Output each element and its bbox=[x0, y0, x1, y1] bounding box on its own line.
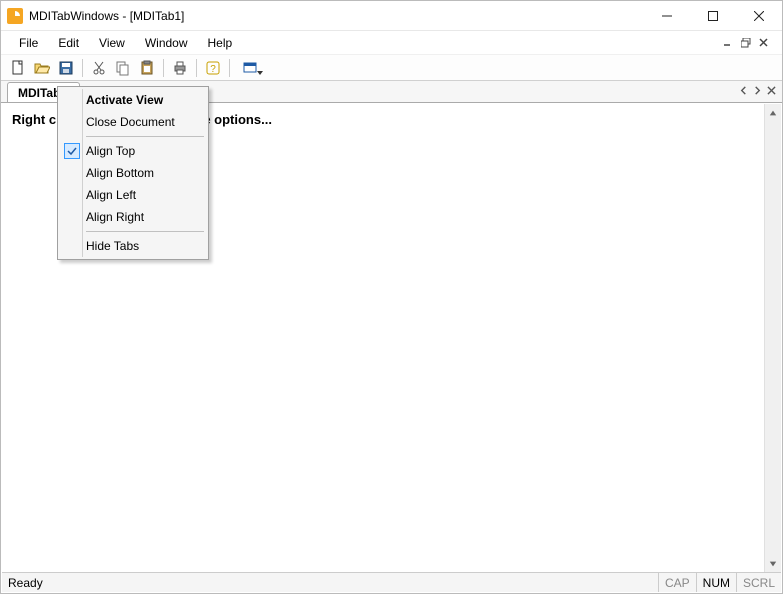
check-icon bbox=[64, 143, 80, 159]
save-icon[interactable] bbox=[55, 57, 77, 79]
menu-align-left[interactable]: Align Left bbox=[60, 184, 206, 206]
menu-edit[interactable]: Edit bbox=[48, 34, 89, 52]
status-bar: Ready CAP NUM SCRL bbox=[2, 572, 781, 592]
menu-window[interactable]: Window bbox=[135, 34, 198, 52]
hint-text-left: Right c bbox=[12, 112, 56, 127]
toolbar-separator bbox=[82, 59, 83, 77]
help-icon[interactable]: ? bbox=[202, 57, 224, 79]
tab-scroll-right-icon[interactable] bbox=[750, 83, 764, 97]
cut-icon[interactable] bbox=[88, 57, 110, 79]
title-bar: MDITabWindows - [MDITab1] bbox=[1, 1, 782, 31]
menu-item-label: Activate View bbox=[86, 93, 163, 107]
menu-align-bottom[interactable]: Align Bottom bbox=[60, 162, 206, 184]
tab-context-menu: Activate View Close Document Align Top A… bbox=[57, 86, 209, 260]
app-icon bbox=[7, 8, 23, 24]
status-num: NUM bbox=[696, 573, 736, 592]
tab-scroll-left-icon[interactable] bbox=[736, 83, 750, 97]
windows-dropdown-icon[interactable] bbox=[235, 57, 267, 79]
window-controls bbox=[644, 1, 782, 30]
toolbar: ? bbox=[1, 55, 782, 81]
mdi-child-controls bbox=[720, 36, 774, 50]
window-title: MDITabWindows - [MDITab1] bbox=[29, 9, 184, 23]
new-icon[interactable] bbox=[7, 57, 29, 79]
menu-item-label: Close Document bbox=[86, 115, 175, 129]
menu-item-label: Align Left bbox=[86, 188, 136, 202]
status-ready: Ready bbox=[8, 576, 43, 590]
menu-separator bbox=[86, 231, 204, 232]
toolbar-separator bbox=[229, 59, 230, 77]
menu-file[interactable]: File bbox=[9, 34, 48, 52]
copy-icon[interactable] bbox=[112, 57, 134, 79]
scroll-down-icon[interactable] bbox=[765, 555, 781, 572]
vertical-scrollbar[interactable] bbox=[764, 104, 781, 572]
scroll-up-icon[interactable] bbox=[765, 104, 781, 121]
paste-icon[interactable] bbox=[136, 57, 158, 79]
menu-bar: File Edit View Window Help bbox=[1, 31, 782, 55]
menu-activate-view[interactable]: Activate View bbox=[60, 89, 206, 111]
tab-strip-controls bbox=[736, 83, 778, 97]
mdi-restore-icon[interactable] bbox=[738, 36, 754, 50]
menu-close-document[interactable]: Close Document bbox=[60, 111, 206, 133]
menu-item-label: Align Top bbox=[86, 144, 135, 158]
hint-text-right: e options... bbox=[203, 112, 272, 127]
menu-item-label: Hide Tabs bbox=[86, 239, 139, 253]
status-panes: CAP NUM SCRL bbox=[658, 573, 781, 592]
chevron-down-icon bbox=[257, 71, 263, 75]
menu-item-label: Align Bottom bbox=[86, 166, 154, 180]
maximize-button[interactable] bbox=[690, 1, 736, 30]
menu-align-right[interactable]: Align Right bbox=[60, 206, 206, 228]
menu-separator bbox=[86, 136, 204, 137]
minimize-button[interactable] bbox=[644, 1, 690, 30]
mdi-minimize-icon[interactable] bbox=[720, 36, 736, 50]
svg-text:?: ? bbox=[210, 64, 216, 75]
menu-help[interactable]: Help bbox=[198, 34, 243, 52]
close-button[interactable] bbox=[736, 1, 782, 30]
status-cap: CAP bbox=[658, 573, 696, 592]
tab-close-icon[interactable] bbox=[764, 83, 778, 97]
open-icon[interactable] bbox=[31, 57, 53, 79]
menu-view[interactable]: View bbox=[89, 34, 135, 52]
mdi-close-icon[interactable] bbox=[756, 36, 772, 50]
toolbar-separator bbox=[163, 59, 164, 77]
status-scrl: SCRL bbox=[736, 573, 781, 592]
print-icon[interactable] bbox=[169, 57, 191, 79]
menu-hide-tabs[interactable]: Hide Tabs bbox=[60, 235, 206, 257]
menu-align-top[interactable]: Align Top bbox=[60, 140, 206, 162]
toolbar-separator bbox=[196, 59, 197, 77]
menu-item-label: Align Right bbox=[86, 210, 144, 224]
scroll-track[interactable] bbox=[765, 121, 781, 555]
